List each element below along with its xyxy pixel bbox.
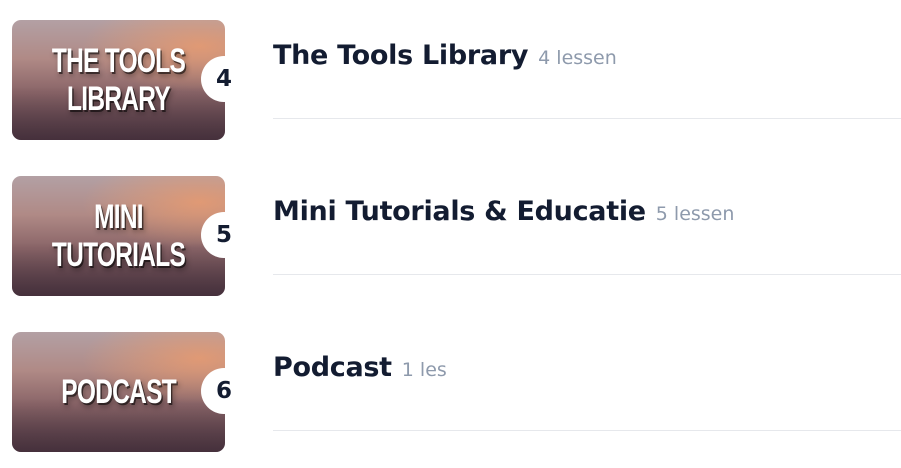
course-row-podcast[interactable]: PODCAST 6 Podcast 1 les (0, 312, 901, 468)
thumbnail-title: MINI TUTORIALS (51, 198, 186, 274)
course-thumbnail[interactable]: THE TOOLS LIBRARY (12, 20, 225, 140)
course-title[interactable]: The Tools Library (273, 40, 528, 71)
row-divider (273, 274, 901, 275)
course-info: Mini Tutorials & Educatie 5 lessen (273, 196, 734, 236)
course-row-mini-tutorials[interactable]: MINI TUTORIALS 5 Mini Tutorials & Educat… (0, 156, 901, 312)
course-number-badge: 6 (201, 368, 247, 414)
course-number-badge: 5 (201, 212, 247, 258)
course-list: THE TOOLS LIBRARY 4 The Tools Library 4 l… (0, 0, 901, 467)
course-thumbnail[interactable]: MINI TUTORIALS (12, 176, 225, 296)
course-thumbnail[interactable]: PODCAST (12, 332, 225, 452)
course-title[interactable]: Podcast (273, 352, 392, 383)
lesson-count: 4 lessen (538, 47, 617, 69)
course-number-badge: 4 (201, 56, 247, 102)
course-info: Podcast 1 les (273, 352, 447, 392)
thumbnail-title: PODCAST (61, 373, 176, 411)
course-row-tools-library[interactable]: THE TOOLS LIBRARY 4 The Tools Library 4 l… (0, 0, 901, 156)
lesson-count: 5 lessen (655, 203, 735, 225)
thumbnail-title: THE TOOLS LIBRARY (51, 42, 186, 118)
course-info: The Tools Library 4 lessen (273, 40, 617, 80)
course-title[interactable]: Mini Tutorials & Educatie (273, 196, 646, 227)
lesson-count: 1 les (401, 359, 447, 381)
row-divider (273, 118, 901, 119)
row-divider (273, 430, 901, 431)
